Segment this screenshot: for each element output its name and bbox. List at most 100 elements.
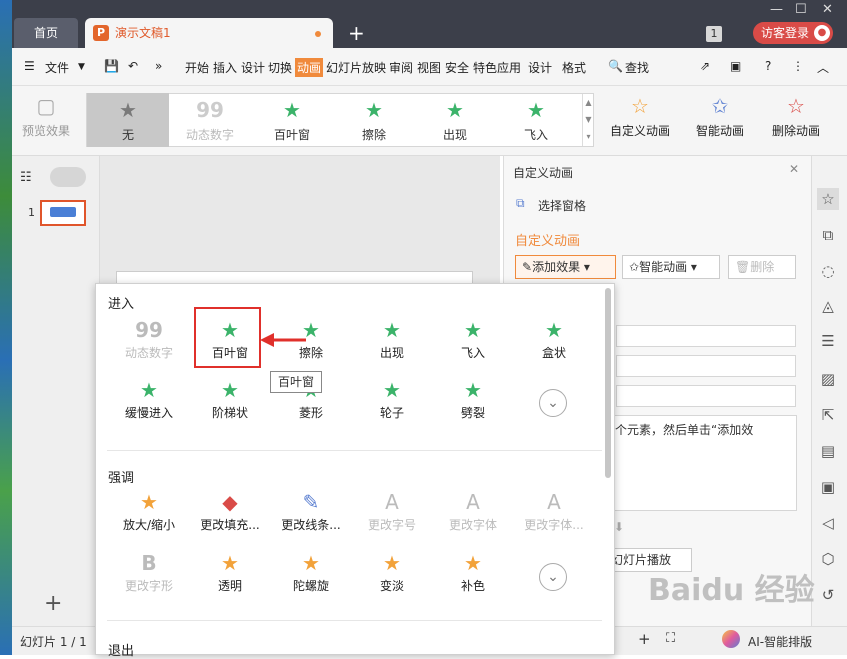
move-down-icon[interactable]: ⬇ xyxy=(614,520,624,534)
menu-security[interactable]: 安全 xyxy=(445,59,469,76)
menu-insert[interactable]: 插入 xyxy=(213,59,237,76)
delete-button[interactable]: 🗑删除 xyxy=(728,255,796,279)
save-icon[interactable]: 💾 xyxy=(104,59,119,73)
menu-transition[interactable]: 切换 xyxy=(268,59,292,76)
effect-stairs[interactable]: ★ 阶梯状 xyxy=(190,378,270,436)
menu-special-apps[interactable]: 特色应用 xyxy=(473,59,521,76)
gallery-label: 飞入 xyxy=(523,128,548,142)
effect-label: 飞入 xyxy=(460,346,485,360)
menu-file[interactable]: 文件 xyxy=(45,59,69,76)
menu-slideshow[interactable]: 幻灯片放映 xyxy=(326,59,386,76)
more-tools-icon[interactable]: » xyxy=(155,59,162,73)
window-count-badge[interactable]: 1 xyxy=(706,26,722,42)
expand-enter-button[interactable]: ⌄ xyxy=(539,389,567,417)
settings-sliders-icon[interactable]: ☰ xyxy=(817,330,839,352)
effect-slow-enter[interactable]: ★ 缓慢进入 xyxy=(109,378,189,436)
login-button[interactable]: 访客登录 ● xyxy=(753,22,833,44)
effect-change-font-size[interactable]: A 更改字号 xyxy=(352,490,432,548)
delete-animation-button[interactable]: ☆ 删除动画 xyxy=(760,94,832,146)
unsaved-dot-icon xyxy=(315,31,321,37)
effect-change-line[interactable]: ✎ 更改线条... xyxy=(271,490,351,548)
menu-review[interactable]: 审阅 xyxy=(389,59,413,76)
start-select[interactable] xyxy=(616,325,796,347)
collapse-ribbon-icon[interactable]: ︿ xyxy=(817,59,829,76)
effect-change-font[interactable]: A 更改字体 xyxy=(433,490,513,548)
effect-split[interactable]: ★ 劈裂 xyxy=(433,378,513,436)
property-select[interactable] xyxy=(616,355,796,377)
gallery-scroll[interactable]: ▲ ▼ ▾ xyxy=(582,94,594,146)
menu-format[interactable]: 格式 xyxy=(562,59,586,76)
effect-transparent[interactable]: ★ 透明 xyxy=(190,551,270,609)
image-icon[interactable]: ▨ xyxy=(817,368,839,390)
gallery-item-wipe[interactable]: ★ 擦除 xyxy=(333,93,415,147)
expand-emphasis-button[interactable]: ⌄ xyxy=(539,563,567,591)
effect-wheel[interactable]: ★ 轮子 xyxy=(352,378,432,436)
effect-change-style[interactable]: B 更改字形 xyxy=(109,551,189,609)
gallery-item-blinds[interactable]: ★ 百叶窗 xyxy=(251,93,333,147)
history-icon[interactable]: ↺ xyxy=(817,584,839,606)
select-pane-link[interactable]: 选择窗格 xyxy=(538,197,586,214)
ai-layout-button[interactable]: AI-智能排版 xyxy=(748,633,812,650)
menu-animation[interactable]: 动画 xyxy=(295,58,324,77)
gallery-item-none[interactable]: ★ 无 xyxy=(87,93,169,147)
menu-home[interactable]: 开始 xyxy=(185,59,209,76)
outline-view-icon[interactable]: ☷ xyxy=(20,170,32,185)
effect-fly-in[interactable]: ★ 飞入 xyxy=(433,318,513,376)
effect-fade[interactable]: ★ 变淡 xyxy=(352,551,432,609)
gallery-item-fly-in[interactable]: ★ 飞入 xyxy=(495,93,577,147)
slide-thumbnail[interactable] xyxy=(40,200,86,226)
custom-animation-button[interactable]: ☆ 自定义动画 xyxy=(604,94,676,146)
archive-icon[interactable]: ▤ xyxy=(817,440,839,462)
undo-icon[interactable]: ↶ xyxy=(128,59,138,73)
search-icon[interactable]: 🔍 xyxy=(608,59,623,73)
new-tab-button[interactable]: + xyxy=(348,20,365,46)
fit-screen-icon[interactable]: ⛶ xyxy=(666,631,675,646)
close-pane-icon[interactable]: ✕ xyxy=(789,162,799,176)
smart-animation-button[interactable]: ✩ 智能动画 xyxy=(684,94,756,146)
animation-list[interactable]: 个元素，然后单击“添加效 xyxy=(612,415,797,511)
zoom-in-icon[interactable]: + xyxy=(638,630,651,648)
help-icon[interactable]: ? xyxy=(765,59,771,73)
pane-title[interactable]: 自定义动画 xyxy=(513,164,573,181)
shapes-icon[interactable]: ◌ xyxy=(817,260,839,282)
tab-document[interactable]: P 演示文稿1 xyxy=(85,18,333,48)
picture-icon[interactable]: ▣ xyxy=(817,476,839,498)
export-icon[interactable]: ⇱ xyxy=(817,404,839,426)
effect-label: 陀螺旋 xyxy=(292,579,329,593)
tab-home[interactable]: 首页 xyxy=(14,18,78,48)
add-slide-button[interactable]: + xyxy=(44,591,62,616)
hamburger-icon[interactable]: ☰ xyxy=(24,59,35,73)
audio-icon[interactable]: ◁ xyxy=(817,512,839,534)
share-icon[interactable]: ⇗ xyxy=(700,59,710,73)
slide-view-toggle[interactable] xyxy=(50,167,86,187)
comment-icon[interactable]: ▣ xyxy=(730,59,741,73)
fill-icon[interactable]: ◬ xyxy=(817,295,839,317)
animation-star-icon[interactable]: ☆ xyxy=(817,188,839,210)
close-window-icon[interactable]: ✕ xyxy=(822,2,833,17)
copy-icon[interactable]: ⧉ xyxy=(817,224,839,246)
smart-animation-dropdown[interactable]: ✩智能动画 ▾ xyxy=(622,255,720,279)
effect-change-font-color[interactable]: A 更改字体... xyxy=(514,490,594,548)
preview-button[interactable]: ▢ 预览效果 xyxy=(14,94,78,146)
gallery-item-appear[interactable]: ★ 出现 xyxy=(414,93,496,147)
speed-select[interactable] xyxy=(616,385,796,407)
more-icon[interactable]: ⋮ xyxy=(792,59,804,73)
menu-design-2[interactable]: 设计 xyxy=(528,59,552,76)
effect-zoom[interactable]: ★ 放大/缩小 xyxy=(109,490,189,548)
gallery-item-dynamic-number[interactable]: 99 动态数字 xyxy=(169,93,251,147)
chevron-down-icon[interactable]: ▼ xyxy=(78,62,85,72)
effect-appear[interactable]: ★ 出现 xyxy=(352,318,432,376)
maximize-icon[interactable]: ☐ xyxy=(795,2,807,17)
effect-change-fill[interactable]: ◆ 更改填充... xyxy=(190,490,270,548)
menu-design[interactable]: 设计 xyxy=(241,59,265,76)
effect-box[interactable]: ★ 盒状 xyxy=(514,318,594,376)
effect-complement[interactable]: ★ 补色 xyxy=(433,551,513,609)
add-effect-button[interactable]: ✎添加效果 ▾ xyxy=(515,255,616,279)
menu-view[interactable]: 视图 xyxy=(417,59,441,76)
effect-dynamic-number[interactable]: 99 动态数字 xyxy=(109,318,189,376)
popup-scrollbar[interactable] xyxy=(605,288,611,478)
effect-spin[interactable]: ★ 陀螺旋 xyxy=(271,551,351,609)
shield-icon[interactable]: ⬡ xyxy=(817,548,839,570)
search-label[interactable]: 查找 xyxy=(625,59,649,76)
minimize-icon[interactable]: — xyxy=(770,2,783,17)
